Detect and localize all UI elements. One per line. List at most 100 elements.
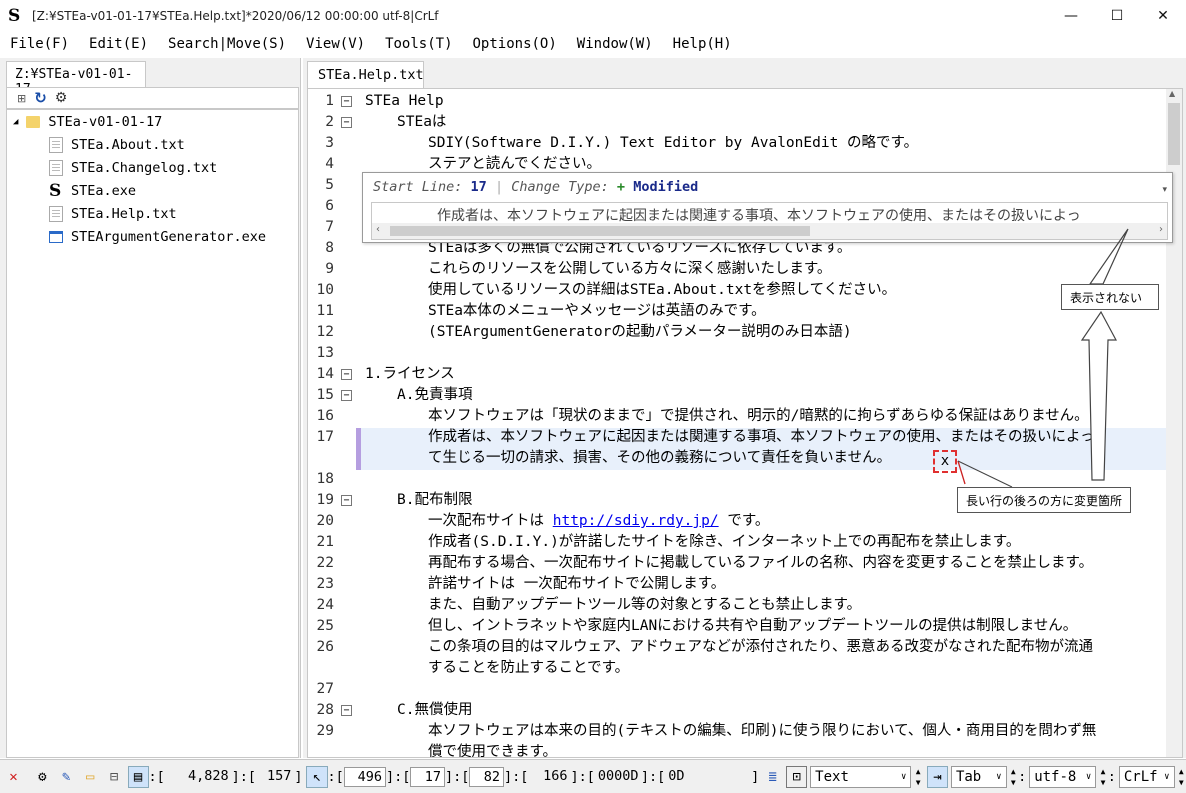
editor-line[interactable]: 22 再配布する場合、一次配布サイトに掲載しているファイルの名称、内容を変更するこ… [308, 553, 1168, 574]
editor-line[interactable]: することを防止することです。 [308, 658, 1168, 679]
menu-window[interactable]: Window(W) [567, 36, 663, 52]
editor-line[interactable]: 17 作成者は、本ソフトウェアに起因または関連する事項、本ソフトウェアの使用、また… [308, 427, 1168, 448]
tree-view-icon[interactable]: ⊞ [17, 92, 26, 105]
newline-select[interactable]: CrLf ∨ [1118, 765, 1175, 788]
menu-edit[interactable]: Edit(E) [79, 36, 158, 52]
cursor-icon[interactable]: ↖ [306, 765, 328, 788]
fold-toggle-icon[interactable]: − [341, 705, 352, 716]
minimize-button[interactable]: — [1048, 0, 1094, 31]
scroll-left-icon[interactable]: ‹ [376, 224, 380, 235]
popup-scrollbar-thumb[interactable] [390, 226, 810, 236]
scroll-right-icon[interactable]: › [1159, 224, 1163, 235]
gear-icon[interactable]: ⚙ [32, 766, 53, 788]
total-open: :[ [148, 768, 165, 785]
editor-line[interactable]: 16 本ソフトウェアは「現状のままで」で提供され、明示的/暗黙的に拘らずあらゆる保… [308, 406, 1168, 427]
close-doc-icon[interactable]: ✕ [3, 766, 24, 788]
editor-line[interactable]: 26 この条項の目的はマルウェア、アドウェアなどが添付されたり、悪意ある改変がなさ… [308, 637, 1168, 658]
close-button[interactable]: ✕ [1140, 0, 1186, 31]
line-number: 17 [316, 429, 334, 445]
document-stats-icon[interactable]: ▤ [127, 765, 149, 788]
line-text-content: 本ソフトウェアは「現状のままで」で提供され、明示的/暗黙的に拘らずあらゆる保証は… [428, 408, 1089, 424]
fold-toggle-icon[interactable]: − [341, 117, 352, 128]
total-chars: 4,828 [188, 767, 229, 784]
line-text-tail: です。 [718, 513, 770, 529]
editor-line[interactable]: 28− C.無償使用 [308, 700, 1168, 721]
syntax-spinner[interactable]: ▲ ▼ [913, 766, 923, 788]
tree-file-label: STEArgumentGenerator.exe [71, 229, 267, 245]
menu-file[interactable]: File(F) [0, 36, 79, 52]
editor-line[interactable]: 12 (STEArgumentGeneratorの起動パラメーター説明のみ日本語) [308, 322, 1168, 343]
newline-value: CrLf [1123, 768, 1158, 785]
editor-line[interactable]: 1− STEa Help [308, 91, 1168, 112]
menu-options[interactable]: Options(O) [463, 36, 567, 52]
tree-file-label: STEa.Changelog.txt [71, 160, 218, 176]
line-number: 27 [316, 681, 334, 697]
indent-icon[interactable]: ⇥ [926, 765, 948, 788]
menu-help[interactable]: Help(H) [663, 36, 742, 52]
gear-icon[interactable]: ⚙ [55, 90, 68, 106]
document-tab[interactable]: STEa.Help.txt [307, 61, 424, 88]
editor-line[interactable]: 23 許諾サイトは 一次配布サイトで公開します。 [308, 574, 1168, 595]
editor-line[interactable]: 2− STEaは [308, 112, 1168, 133]
encoding-spinner[interactable]: ▲ ▼ [1098, 766, 1108, 788]
editor-line[interactable]: 3 SDIY(Software D.I.Y.) Text Editor by Av… [308, 133, 1168, 154]
tree-file[interactable]: STEa.About.txt [49, 135, 185, 155]
pencil-icon[interactable]: ✎ [56, 766, 77, 788]
line-text: 償で使用できます。 [428, 742, 557, 757]
expand-triangle-icon[interactable]: ◢ [13, 117, 18, 127]
editor-line[interactable]: 24 また、自動アップデートツール等の対象とすることも禁止します。 [308, 595, 1168, 616]
editor-line[interactable]: 10 使用しているリソースの詳細はSTEa.About.txtを参照してください。 [308, 280, 1168, 301]
editor-line[interactable]: 償で使用できます。 [308, 742, 1168, 757]
editor-line[interactable]: 21 作成者(S.D.I.Y.)が許諾したサイトを除き、インターネット上での再配布… [308, 532, 1168, 553]
line-text-content: 1.ライセンス [365, 366, 455, 382]
start-line-label: Start Line: [373, 179, 463, 195]
encoding-select[interactable]: utf-8 ∨ [1029, 765, 1097, 788]
menu-search-move[interactable]: Search|Move(S) [158, 36, 296, 52]
menu-tools[interactable]: Tools(T) [375, 36, 462, 52]
editor-line[interactable]: て生じる一切の請求、損害、その他の義務について責任を負いません。 [308, 448, 1168, 469]
tree-file[interactable]: STEa.Help.txt [49, 204, 177, 224]
fold-toggle-icon[interactable]: − [341, 390, 352, 401]
editor-line[interactable]: 11 STEa本体のメニューやメッセージは英語のみです。 [308, 301, 1168, 322]
editor-line[interactable]: 27 [308, 679, 1168, 700]
line-text-content: することを防止することです。 [428, 660, 630, 676]
callout-late-change: 長い行の後ろの方に変更箇所 [957, 487, 1132, 513]
separator: ]:[ [444, 768, 470, 785]
tree-file-label: STEa.About.txt [71, 137, 185, 153]
editor-line[interactable]: 14− 1.ライセンス [308, 364, 1168, 385]
editor-line[interactable]: 20 一次配布サイトは http://sdiy.rdy.jp/ です。 [308, 511, 1168, 532]
popup-horizontal-scrollbar[interactable]: ‹ › [372, 223, 1167, 239]
editor-line[interactable]: 13 [308, 343, 1168, 364]
line-number: 21 [316, 534, 334, 550]
tree-file[interactable]: STEArgumentGenerator.exe [49, 227, 266, 247]
scrollbar-thumb[interactable] [1168, 103, 1180, 165]
maximize-button[interactable]: ☐ [1094, 0, 1140, 31]
syntax-icon[interactable]: ⊡ [786, 765, 808, 788]
editor-line[interactable]: 25 但し、イントラネットや家庭内LANにおける共有や自動アップデートツールの提供… [308, 616, 1168, 637]
indent-spinner[interactable]: ▲ ▼ [1009, 766, 1019, 788]
editor-line[interactable]: 15− A.免責事項 [308, 385, 1168, 406]
open-folder-icon[interactable]: ▭ [80, 766, 101, 788]
explorer-tab[interactable]: Z:¥STEa-v01-01-17 [6, 61, 146, 97]
tree-file[interactable]: S STEa.exe [49, 181, 136, 201]
refresh-icon[interactable]: ↻ [34, 89, 47, 107]
popup-expand-icon[interactable]: ▾ [1162, 185, 1167, 195]
editor-line[interactable]: 9 これらのリソースを公開している方々に深く感謝いたします。 [308, 259, 1168, 280]
tree-file[interactable]: STEa.Changelog.txt [49, 158, 217, 178]
menu-view[interactable]: View(V) [296, 36, 375, 52]
line-text: 再配布する場合、一次配布サイトに掲載しているファイルの名称、内容を変更することを… [428, 553, 1093, 574]
scroll-up-icon[interactable]: ▲ [1169, 89, 1175, 98]
console-icon[interactable]: ⊟ [104, 766, 125, 788]
wrap-icon[interactable]: ≣ [762, 766, 783, 788]
tree-root[interactable]: ◢ STEa-v01-01-17 [13, 112, 162, 132]
syntax-select[interactable]: Text ∨ [810, 765, 912, 788]
indent-select[interactable]: Tab ∨ [950, 765, 1007, 788]
fold-toggle-icon[interactable]: − [341, 495, 352, 506]
newline-spinner[interactable]: ▲ ▼ [1177, 766, 1186, 788]
hyperlink[interactable]: http://sdiy.rdy.jp/ [553, 513, 719, 529]
fold-toggle-icon[interactable]: − [341, 369, 352, 380]
fold-toggle-icon[interactable]: − [341, 96, 352, 107]
caret-offset: 496 [343, 766, 386, 787]
editor-line[interactable]: 29 本ソフトウェアは本来の目的(テキストの編集、印刷)に使う限りにおいて、個人・… [308, 721, 1168, 742]
line-text: 作成者は、本ソフトウェアに起因または関連する事項、本ソフトウェアの使用、またはそ… [428, 427, 1095, 448]
